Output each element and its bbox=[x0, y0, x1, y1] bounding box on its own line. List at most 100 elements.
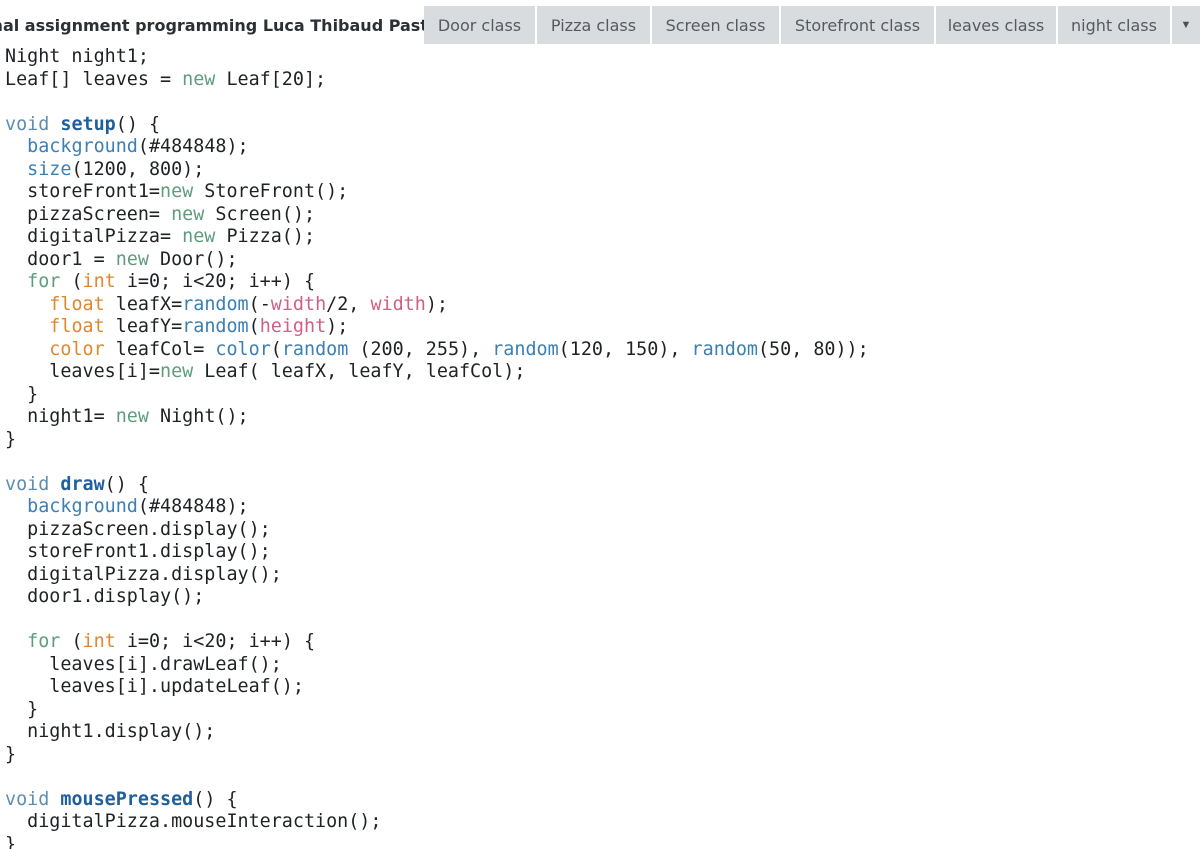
code-token: new bbox=[182, 226, 216, 247]
code-token: new bbox=[115, 406, 149, 427]
code-token: new bbox=[115, 248, 149, 270]
code-token: new bbox=[171, 203, 205, 225]
code-token: float bbox=[49, 293, 105, 315]
code-token: ); bbox=[326, 316, 349, 337]
tab-main-sketch[interactable]: Final assignment programming Luca Thibau… bbox=[0, 6, 447, 44]
code-line: ​ bbox=[5, 451, 1200, 474]
tab-night-class[interactable]: night class bbox=[1058, 6, 1172, 44]
code-token: for bbox=[27, 631, 61, 652]
code-token: (#484848); bbox=[137, 496, 249, 517]
code-token: night1= bbox=[5, 406, 116, 427]
code-line: digitalPizza.display(); bbox=[5, 564, 1200, 587]
code-line: void mousePressed() { bbox=[5, 789, 1200, 812]
code-token: } bbox=[5, 383, 39, 405]
code-text[interactable]: Night night1; Leaf[] leaves = new Leaf[20… bbox=[0, 44, 1200, 849]
code-token: Pizza(); bbox=[215, 226, 316, 247]
code-token: ( bbox=[248, 316, 260, 337]
code-token: Door(); bbox=[148, 248, 238, 270]
code-token: for bbox=[27, 271, 61, 292]
code-token: } bbox=[5, 428, 17, 450]
code-line: door1 = new Door(); bbox=[5, 249, 1200, 272]
code-token: leafCol= bbox=[104, 338, 216, 360]
code-token: () { bbox=[104, 473, 149, 495]
code-token: new bbox=[160, 181, 194, 202]
code-token: int bbox=[82, 631, 116, 652]
code-token: new bbox=[160, 361, 194, 382]
code-editor[interactable]: Night night1; Leaf[] leaves = new Leaf[20… bbox=[0, 44, 1200, 849]
code-token: storeFront1= bbox=[5, 181, 161, 202]
code-token: random bbox=[182, 316, 249, 337]
code-line: void setup() { bbox=[5, 114, 1200, 137]
code-line: digitalPizza= new Pizza(); bbox=[5, 226, 1200, 249]
code-line: Night night1; bbox=[5, 46, 1200, 69]
code-token: (#484848); bbox=[137, 136, 249, 157]
code-token: ( bbox=[60, 631, 83, 652]
code-token: (- bbox=[248, 293, 271, 315]
tab-menu-button[interactable]: ▼ bbox=[1172, 6, 1200, 44]
code-line: digitalPizza.mouseInteraction(); bbox=[5, 811, 1200, 834]
code-line: float leafX=random(-width/2, width); bbox=[5, 294, 1200, 317]
code-line: night1.display(); bbox=[5, 721, 1200, 744]
code-token: StoreFront(); bbox=[193, 181, 349, 202]
tab-pizza-class[interactable]: Pizza class bbox=[537, 6, 652, 44]
code-line: pizzaScreen= new Screen(); bbox=[5, 204, 1200, 227]
code-line: color leafCol= color(random (200, 255), … bbox=[5, 339, 1200, 362]
code-line: } bbox=[5, 744, 1200, 767]
code-token: digitalPizza.mouseInteraction(); bbox=[5, 811, 382, 832]
code-line: night1= new Night(); bbox=[5, 406, 1200, 429]
code-line: Leaf[] leaves = new Leaf[20]; bbox=[5, 69, 1200, 92]
code-line: ​ bbox=[5, 766, 1200, 789]
code-token: background bbox=[27, 136, 138, 157]
tab-screen-class[interactable]: Screen class bbox=[652, 6, 781, 44]
tab-storefront-class[interactable]: Storefront class bbox=[781, 6, 936, 44]
code-line: background(#484848); bbox=[5, 136, 1200, 159]
code-token: door1 = bbox=[5, 248, 116, 270]
code-token: color bbox=[215, 338, 271, 360]
code-token: setup bbox=[60, 113, 116, 135]
tab-leaves-class[interactable]: leaves class bbox=[936, 6, 1058, 44]
code-token: digitalPizza= bbox=[5, 226, 183, 247]
code-token: width bbox=[270, 293, 327, 315]
code-line: } bbox=[5, 699, 1200, 722]
code-token: leafX= bbox=[104, 293, 183, 315]
code-token: pizzaScreen= bbox=[5, 203, 172, 225]
code-line: leaves[i]=new Leaf( leafX, leafY, leafCo… bbox=[5, 361, 1200, 384]
code-token: Leaf[20]; bbox=[215, 68, 327, 90]
code-token: digitalPizza.display(); bbox=[5, 563, 282, 585]
code-token: /2, bbox=[326, 293, 371, 315]
code-line: for (int i=0; i<20; i++) { bbox=[5, 631, 1200, 654]
code-token: leaves[i].updateLeaf(); bbox=[5, 676, 304, 697]
code-token: random bbox=[492, 338, 559, 360]
code-line: float leafY=random(height); bbox=[5, 316, 1200, 339]
code-token: () { bbox=[115, 113, 161, 135]
code-token: void bbox=[5, 788, 50, 810]
code-token: draw bbox=[60, 473, 105, 495]
code-token: Leaf[] leaves = bbox=[5, 68, 183, 90]
code-token: background bbox=[27, 496, 138, 517]
code-token: (1200, 800); bbox=[71, 158, 205, 180]
code-token: pizzaScreen.display(); bbox=[5, 518, 271, 540]
code-token: random bbox=[691, 338, 758, 360]
code-token: ( bbox=[60, 271, 83, 292]
code-line: storeFront1.display(); bbox=[5, 541, 1200, 564]
chevron-down-icon: ▼ bbox=[1180, 19, 1192, 31]
code-line: pizzaScreen.display(); bbox=[5, 519, 1200, 542]
code-token: (120, 150), bbox=[558, 338, 692, 360]
code-line: void draw() { bbox=[5, 474, 1200, 497]
code-line: leaves[i].drawLeaf(); bbox=[5, 654, 1200, 677]
code-token: } bbox=[5, 833, 17, 849]
tab-door-class[interactable]: Door class bbox=[424, 6, 537, 44]
code-token: ( bbox=[270, 338, 282, 360]
code-token: width bbox=[370, 293, 426, 315]
code-token: (50, 80)); bbox=[757, 338, 869, 360]
code-token: leaves[i]= bbox=[5, 361, 161, 382]
code-token: random bbox=[281, 338, 349, 360]
